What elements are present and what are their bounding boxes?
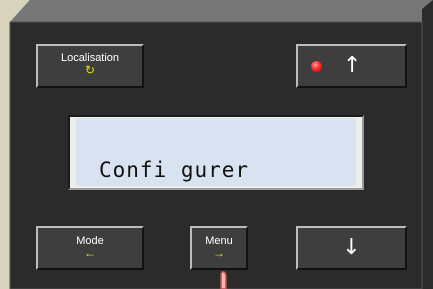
down-button[interactable]: ↓ — [296, 226, 407, 270]
arrow-down-icon: ↓ — [342, 235, 361, 260]
up-button[interactable]: ↑ — [296, 44, 407, 88]
mode-button[interactable]: Mode ← — [36, 226, 144, 270]
localisation-button[interactable]: Localisation ↻ — [36, 44, 144, 88]
device-panel: Localisation ↻ ↑ Confi gurer Mode ← Menu… — [0, 0, 433, 289]
arrow-up-icon: ↑ — [343, 53, 362, 78]
red-led-icon — [311, 61, 322, 72]
menu-button[interactable]: Menu → — [190, 226, 248, 270]
arrow-left-icon: ← — [84, 246, 96, 260]
arrow-right-icon: → — [213, 246, 225, 260]
display-text: Confi gurer — [99, 158, 250, 182]
hand-pointer-icon — [220, 271, 227, 289]
refresh-icon: ↻ — [84, 63, 96, 77]
lcd-display: Confi gurer — [76, 118, 356, 186]
